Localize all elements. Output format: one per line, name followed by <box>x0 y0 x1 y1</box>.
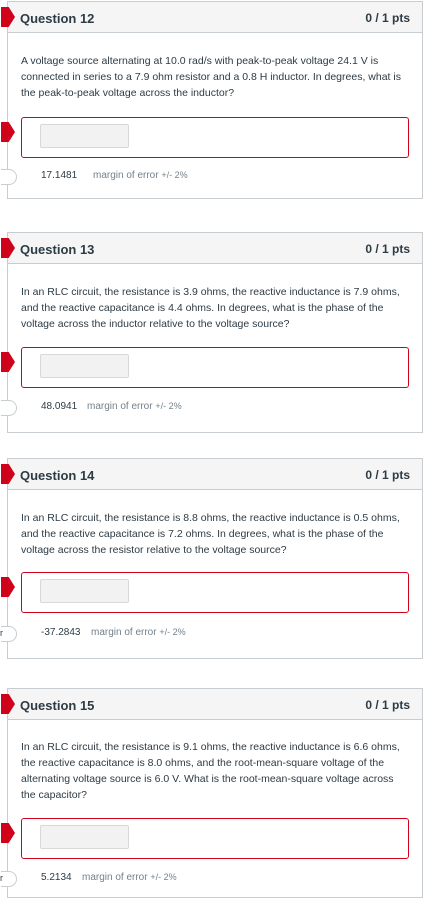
question-card: Question 15 0 / 1 pts In an RLC circuit,… <box>0 688 423 898</box>
flag-icon[interactable] <box>1 694 15 714</box>
answer-input[interactable] <box>40 354 129 378</box>
correct-answer-value: 48.0941 <box>41 401 78 412</box>
answer-input[interactable] <box>40 579 129 603</box>
incorrect-flag-icon <box>1 352 15 372</box>
question-points: 0 / 1 pts <box>365 242 410 256</box>
question-card: Question 14 0 / 1 pts In an RLC circuit,… <box>0 458 423 659</box>
question-header: Question 13 0 / 1 pts <box>1 233 422 264</box>
answer-box <box>21 347 409 388</box>
margin-of-error-label: margin of error +/- 2% <box>87 401 182 412</box>
answer-box <box>21 117 409 158</box>
incorrect-flag-icon <box>1 823 15 843</box>
correct-answer-arrow-icon <box>1 169 17 185</box>
margin-value: +/- 2% <box>155 401 182 411</box>
question-header: Question 15 0 / 1 pts <box>1 689 422 720</box>
margin-of-error-label: margin of error +/- 2% <box>93 170 188 181</box>
question-text: A voltage source alternating at 10.0 rad… <box>21 55 401 99</box>
correct-answer-row: 48.0941 margin of error +/- 2% <box>1 399 422 417</box>
question-title: Question 13 <box>20 242 95 257</box>
question-text: In an RLC circuit, the resistance is 8.8… <box>21 512 400 556</box>
answer-input[interactable] <box>40 124 129 148</box>
question-title: Question 15 <box>20 698 95 713</box>
flag-icon[interactable] <box>1 7 15 27</box>
question-header: Question 12 0 / 1 pts <box>1 2 422 33</box>
incorrect-flag-icon <box>1 122 15 142</box>
answer-box <box>21 818 409 859</box>
question-card: Question 12 0 / 1 pts A voltage source a… <box>1 1 423 199</box>
flag-icon[interactable] <box>1 464 15 484</box>
incorrect-flag-icon <box>1 577 15 597</box>
correct-answer-arrow-icon: r <box>0 871 17 887</box>
question-title: Question 14 <box>20 468 95 483</box>
margin-of-error-label: margin of error +/- 2% <box>91 627 186 638</box>
correct-answer-row: r 5.2134 margin of error +/- 2% <box>0 870 422 888</box>
margin-label: margin of error <box>87 401 153 412</box>
correct-answer-value: -37.2843 <box>41 627 81 638</box>
margin-value: +/- 2% <box>150 872 177 882</box>
margin-label: margin of error <box>82 872 148 883</box>
margin-value: +/- 2% <box>161 170 188 180</box>
question-points: 0 / 1 pts <box>365 468 410 482</box>
margin-label: margin of error <box>93 170 159 181</box>
margin-value: +/- 2% <box>159 627 186 637</box>
question-card: Question 13 0 / 1 pts In an RLC circuit,… <box>1 232 423 433</box>
question-points: 0 / 1 pts <box>365 11 410 25</box>
question-title: Question 12 <box>20 11 95 26</box>
correct-answer-row: r -37.2843 margin of error +/- 2% <box>0 625 422 643</box>
arrow-tab-label: r <box>0 628 3 638</box>
question-header: Question 14 0 / 1 pts <box>1 459 422 490</box>
arrow-tab-label: r <box>0 873 3 883</box>
correct-answer-value: 17.1481 <box>41 170 78 181</box>
margin-label: margin of error <box>91 627 157 638</box>
question-text: In an RLC circuit, the resistance is 3.9… <box>21 286 400 330</box>
question-points: 0 / 1 pts <box>365 698 410 712</box>
margin-of-error-label: margin of error +/- 2% <box>82 872 177 883</box>
flag-icon[interactable] <box>1 238 15 258</box>
question-text: In an RLC circuit, the resistance is 9.1… <box>21 741 400 801</box>
correct-answer-arrow-icon: r <box>0 626 17 642</box>
answer-input[interactable] <box>40 825 129 849</box>
answer-box <box>21 572 409 613</box>
correct-answer-row: 17.1481 margin of error +/- 2% <box>1 168 422 186</box>
correct-answer-arrow-icon <box>1 400 17 416</box>
correct-answer-value: 5.2134 <box>41 872 72 883</box>
